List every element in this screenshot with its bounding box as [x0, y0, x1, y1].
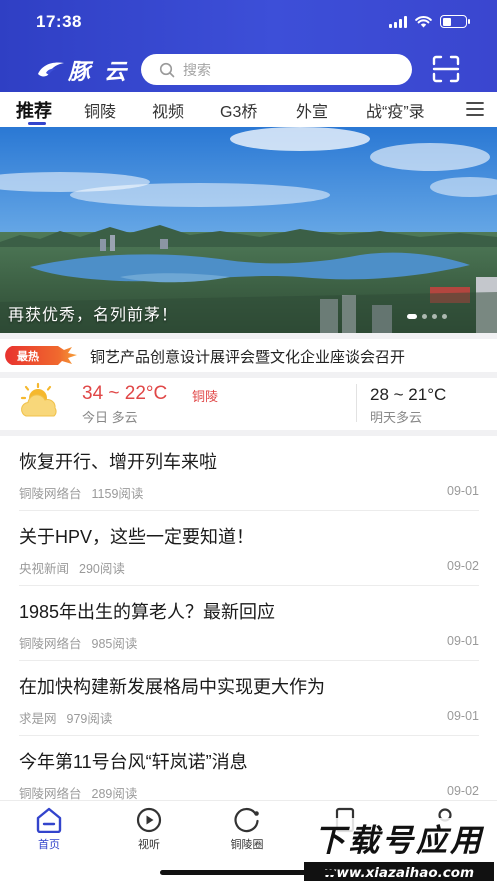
weather-widget[interactable]: 34 ~ 22°C 铜陵 今日 多云 28 ~ 21°C 明天多云: [0, 378, 497, 430]
news-meta: 铜陵网络台 985阅读: [19, 633, 137, 652]
news-title: 1985年出生的算老人？最新回应: [19, 602, 276, 622]
banner-carousel[interactable]: 再获优秀，名列前茅！: [0, 127, 497, 333]
news-date: 09-02: [447, 559, 479, 573]
news-reads: 1159阅读: [91, 487, 144, 501]
app-header: 17:38 豚 云 搜索: [0, 0, 497, 92]
news-date: 09-01: [447, 634, 479, 648]
scan-icon[interactable]: [432, 55, 460, 83]
hot-news-bar[interactable]: 最热 铜艺产品创意设计展评会暨文化企业座谈会召开: [0, 339, 497, 373]
active-tab-indicator: [28, 122, 46, 125]
play-icon: [136, 807, 162, 833]
status-icons: [389, 15, 470, 28]
circle-icon: [234, 808, 259, 833]
nav-circle-label: 铜陵圈: [230, 839, 264, 851]
news-date: 09-01: [447, 484, 479, 498]
tomorrow-temperature: 28 ~ 21°C: [370, 385, 447, 404]
nav-circle[interactable]: 铜陵圈: [212, 807, 282, 852]
nav-home-label: 首页: [38, 839, 60, 851]
news-item[interactable]: 关于HPV，这些一定要知道！ 央视新闻 290阅读 09-02: [0, 511, 497, 586]
tab-epidemic[interactable]: 战“疫”录: [366, 98, 425, 122]
hot-badge-icon: [5, 346, 78, 365]
status-time: 17:38: [36, 12, 82, 31]
nav-watch[interactable]: 视听: [114, 807, 184, 852]
banner-caption: 再获优秀，名列前茅！: [8, 307, 179, 324]
tomorrow-weather: 明天多云: [370, 410, 423, 425]
tab-tongling[interactable]: 铜陵: [84, 98, 116, 122]
news-item[interactable]: 1985年出生的算老人？最新回应 铜陵网络台 985阅读 09-01: [0, 586, 497, 661]
hot-news-headline[interactable]: 铜艺产品创意设计展评会暨文化企业座谈会召开: [90, 346, 405, 367]
home-icon: [36, 807, 62, 833]
menu-icon[interactable]: [466, 101, 484, 117]
news-title: 恢复开行、增开列车来啦: [19, 452, 217, 472]
svg-text:www.xiazaihao.com: www.xiazaihao.com: [324, 865, 474, 881]
nav-home[interactable]: 首页: [14, 807, 84, 852]
signal-icon: [389, 15, 407, 28]
news-title: 在加快构建新发展格局中实现更大作为: [19, 677, 325, 697]
nav-watch-label: 视听: [138, 839, 160, 851]
news-title: 关于HPV，这些一定要知道！: [19, 527, 255, 547]
news-item[interactable]: 恢复开行、增开列车来啦 铜陵网络台 1159阅读 09-01: [0, 436, 497, 511]
wifi-icon: [415, 15, 432, 28]
tab-video[interactable]: 视频: [152, 98, 184, 122]
news-source: 铜陵网络台: [19, 787, 82, 801]
hot-badge-label: 最热: [17, 351, 39, 363]
tab-publicity[interactable]: 外宣: [296, 98, 328, 122]
news-meta: 央视新闻 290阅读: [19, 558, 125, 577]
news-meta: 铜陵网络台 1159阅读: [19, 483, 143, 502]
channel-tabs: 推荐 铜陵 视频 G3桥 外宣 战“疫”录: [0, 92, 497, 128]
battery-icon: [440, 15, 470, 28]
tab-g3-bridge[interactable]: G3桥: [220, 98, 257, 122]
today-weather: 今日 多云: [82, 410, 138, 425]
partly-cloudy-icon: [20, 382, 57, 417]
news-date: 09-02: [447, 784, 479, 798]
home-indicator: [160, 870, 336, 875]
search-placeholder: 搜索: [183, 61, 211, 78]
weather-city: 铜陵: [192, 389, 219, 404]
dolphin-logo-icon: [38, 62, 64, 77]
svg-text:下载号应用: 下载号应用: [314, 823, 485, 859]
news-meta: 求是网 979阅读: [19, 708, 112, 727]
tab-recommend[interactable]: 推荐: [16, 97, 52, 123]
news-reads: 985阅读: [91, 637, 138, 651]
logo-text: 豚 云: [68, 59, 131, 84]
news-reads: 290阅读: [79, 562, 125, 576]
news-reads: 289阅读: [91, 787, 138, 801]
news-date: 09-01: [447, 709, 479, 723]
news-reads: 979阅读: [66, 712, 113, 726]
news-source: 铜陵网络台: [19, 487, 82, 501]
news-source: 求是网: [19, 712, 57, 726]
search-icon: [159, 62, 175, 77]
news-title: 今年第11号台风“轩岚诺”消息: [19, 752, 248, 772]
news-item[interactable]: 在加快构建新发展格局中实现更大作为 求是网 979阅读 09-01: [0, 661, 497, 736]
news-source: 央视新闻: [19, 562, 70, 576]
carousel-dots: [407, 314, 447, 319]
app-logo: 豚 云: [36, 56, 130, 84]
news-source: 铜陵网络台: [19, 637, 82, 651]
search-input[interactable]: 搜索: [141, 54, 412, 85]
today-temperature: 34 ~ 22°C: [82, 383, 168, 404]
weather-divider: [356, 384, 357, 422]
status-bar: 17:38: [0, 0, 497, 44]
